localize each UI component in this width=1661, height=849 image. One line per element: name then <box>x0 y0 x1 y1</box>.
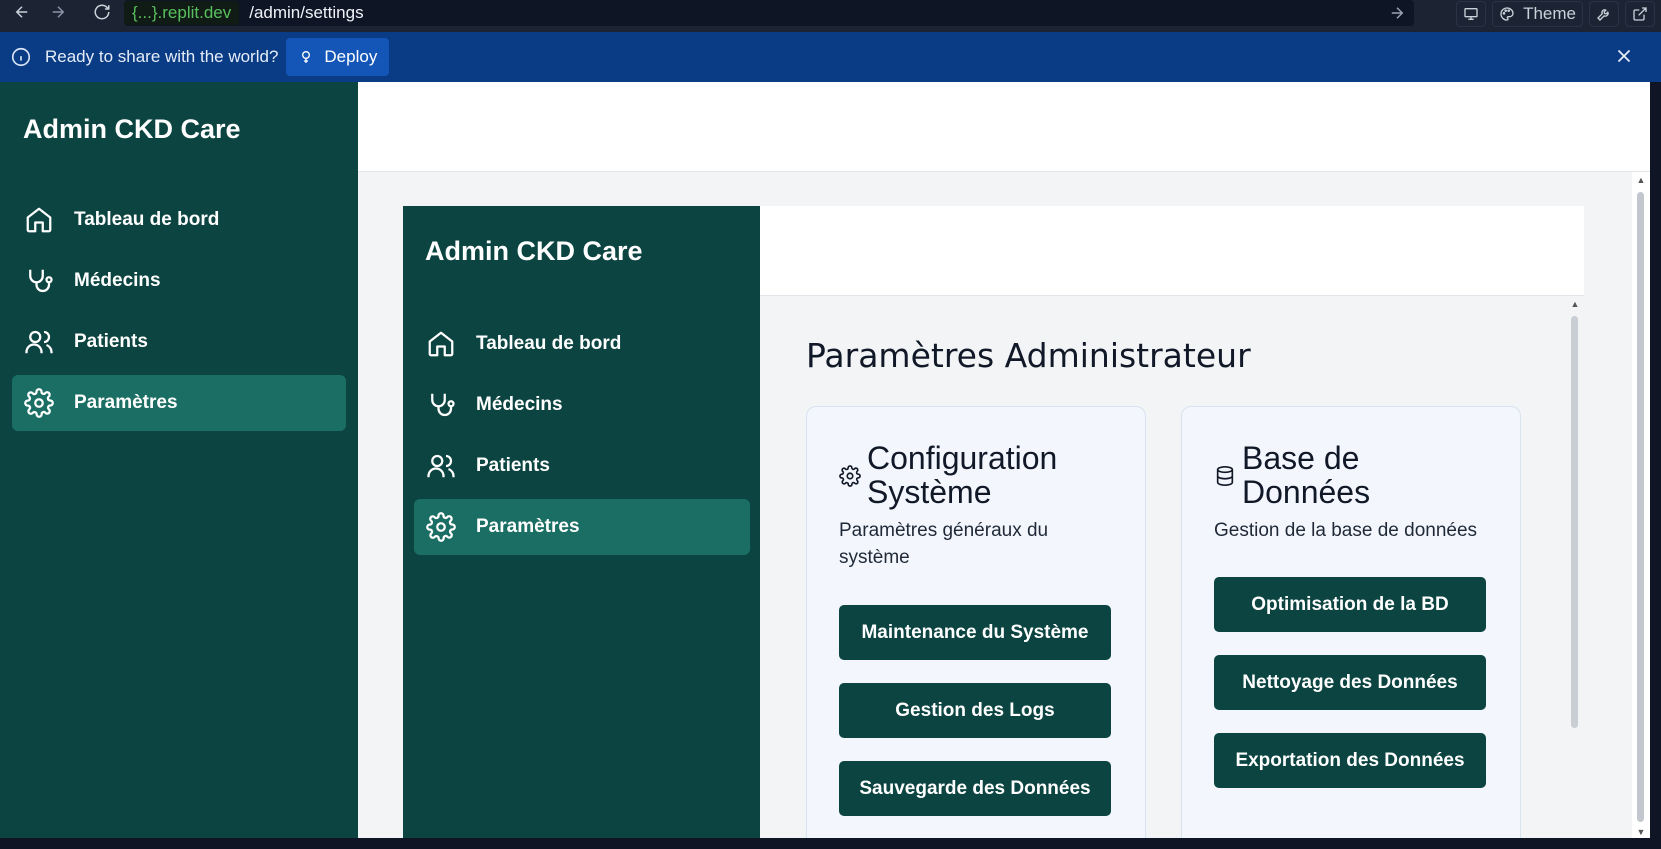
card-description: Paramètres généraux du système <box>839 520 1049 568</box>
go-arrow-icon[interactable] <box>1388 4 1406 22</box>
url-bar[interactable]: {...}.replit.dev /admin/settings <box>124 0 1414 26</box>
sidebar-item-patients[interactable]: Patients <box>414 438 750 494</box>
theme-label: Theme <box>1523 4 1576 23</box>
optimize-db-button[interactable]: Optimisation de la BD <box>1214 577 1486 632</box>
sidebar-item-label: Paramètres <box>476 516 580 537</box>
scroll-up-icon[interactable]: ▲ <box>1570 300 1580 309</box>
sidebar-item-doctors[interactable]: Médecins <box>414 377 750 433</box>
url-host: {...}.replit.dev <box>124 1 240 25</box>
sidebar-item-label: Patients <box>476 455 550 476</box>
stethoscope-icon <box>29 269 53 293</box>
deploy-icon <box>302 51 311 63</box>
palette-icon <box>1500 7 1514 21</box>
scroll-down-icon[interactable]: ▼ <box>1636 828 1646 837</box>
scrollbar-thumb[interactable] <box>1571 316 1578 728</box>
export-data-button[interactable]: Exportation des Données <box>1214 733 1486 788</box>
brand-title: Admin CKD Care <box>425 236 643 266</box>
sidebar: Admin CKD Care Tableau de bord Médecins … <box>0 82 358 838</box>
sidebar-item-dashboard[interactable]: Tableau de bord <box>12 192 346 248</box>
sidebar-item-label: Paramètres <box>74 392 178 413</box>
card-title: Configuration Système <box>867 440 1058 510</box>
sidebar-item-label: Tableau de bord <box>476 333 622 354</box>
sidebar-item-label: Médecins <box>74 270 161 291</box>
system-config-card: Configuration Système Paramètres générau… <box>806 406 1146 838</box>
sidebar-item-settings[interactable]: Paramètres <box>12 375 346 431</box>
reload-icon <box>94 4 110 20</box>
card-title: Base de Données <box>1242 440 1371 510</box>
browser-actions: Theme <box>1456 0 1661 28</box>
sidebar-item-label: Médecins <box>476 394 563 415</box>
sidebar-item-patients[interactable]: Patients <box>12 314 346 370</box>
page-title: Paramètres Administrateur <box>806 336 1251 375</box>
sidebar-item-settings[interactable]: Paramètres <box>414 499 750 555</box>
sidebar-item-doctors[interactable]: Médecins <box>12 253 346 309</box>
content-area: Admin CKD Care Tableau de bord Médecins … <box>403 206 1584 838</box>
gear-icon <box>24 388 54 418</box>
users-icon <box>427 454 455 478</box>
wrench-icon <box>1597 9 1609 21</box>
database-card: Base de Données Gestion de la base de do… <box>1181 406 1521 838</box>
sidebar-item-dashboard[interactable]: Tableau de bord <box>414 316 750 372</box>
app-frame: Admin CKD Care Tableau de bord Médecins … <box>0 82 1650 838</box>
card-description: Gestion de la base de données <box>1214 520 1478 541</box>
users-icon <box>25 330 53 354</box>
backup-button[interactable]: Sauvegarde des Données <box>839 761 1111 816</box>
arrow-right-icon <box>52 6 65 18</box>
inner-sidebar: Admin CKD Care Tableau de bord Médecins … <box>403 206 760 838</box>
theme-button[interactable]: Theme <box>1492 1 1583 27</box>
open-new-tab-button[interactable] <box>1625 1 1655 27</box>
url-path: /admin/settings <box>249 3 364 22</box>
window-bottom-edge <box>0 838 1661 849</box>
deploy-banner: Ready to share with the world? Deploy <box>0 32 1661 82</box>
scroll-up-icon[interactable]: ▲ <box>1636 176 1646 185</box>
cleanup-data-button[interactable]: Nettoyage des Données <box>1214 655 1486 710</box>
inner-header <box>760 206 1584 296</box>
sidebar-nav: Tableau de bord Médecins Patients Paramè… <box>12 192 346 436</box>
deploy-label: Deploy <box>324 47 378 66</box>
logs-button[interactable]: Gestion des Logs <box>839 683 1111 738</box>
top-header <box>358 82 1650 172</box>
external-link-icon <box>1633 7 1647 21</box>
deploy-message: Ready to share with the world? <box>45 47 279 66</box>
database-icon <box>1216 466 1234 486</box>
gear-icon <box>426 512 456 542</box>
close-icon[interactable] <box>1613 45 1635 67</box>
deploy-button[interactable]: Deploy <box>286 38 390 76</box>
sidebar-item-label: Patients <box>74 331 148 352</box>
back-button[interactable] <box>4 0 40 24</box>
gear-icon <box>839 465 861 487</box>
arrow-left-icon <box>15 6 28 18</box>
maintenance-button[interactable]: Maintenance du Système <box>839 605 1111 660</box>
scrollbar[interactable]: ▲ ▼ <box>1632 172 1650 838</box>
devtools-button[interactable] <box>1589 1 1619 27</box>
browser-toolbar: {...}.replit.dev /admin/settings Theme <box>0 0 1661 32</box>
scrollbar-thumb[interactable] <box>1637 192 1644 822</box>
sidebar-item-label: Tableau de bord <box>74 209 220 230</box>
device-preview-button[interactable] <box>1456 1 1487 27</box>
info-icon <box>11 47 31 67</box>
home-icon <box>428 331 454 357</box>
inner-scrollbar[interactable]: ▲ <box>1566 296 1584 838</box>
reload-button[interactable] <box>84 0 120 24</box>
sidebar-nav: Tableau de bord Médecins Patients Paramè… <box>414 316 750 560</box>
home-icon <box>26 207 52 233</box>
monitor-icon <box>1464 8 1478 20</box>
brand-title: Admin CKD Care <box>23 114 241 144</box>
stethoscope-icon <box>431 393 455 417</box>
forward-button[interactable] <box>40 0 76 24</box>
